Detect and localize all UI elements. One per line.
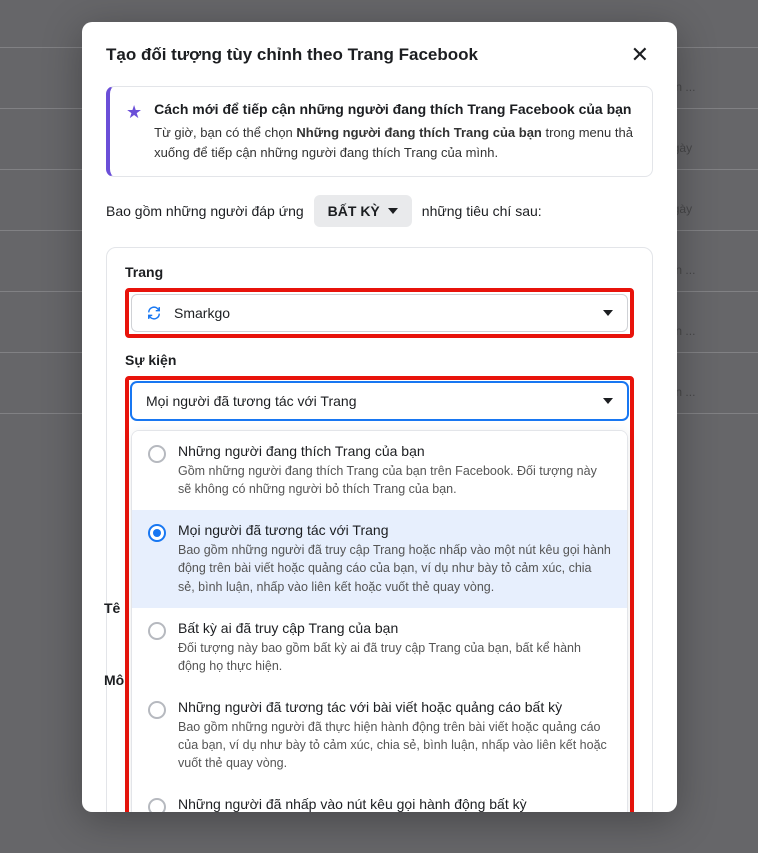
chevron-down-icon [603, 398, 613, 404]
star-icon: ★ [126, 102, 142, 162]
radio-icon [148, 701, 166, 719]
desc-field-label-obscured: Mô [104, 672, 124, 688]
close-icon: ✕ [631, 42, 649, 67]
modal-title: Tạo đối tượng tùy chỉnh theo Trang Faceb… [106, 45, 478, 65]
radio-icon [148, 798, 166, 812]
name-field-label-obscured: Tê [104, 600, 120, 616]
event-option[interactable]: Mọi người đã tương tác với Trang Bao gồm… [132, 510, 627, 607]
criteria-card: Trang Smarkgo Sự kiện Mọi người đã tương… [106, 247, 653, 812]
event-select[interactable]: Mọi người đã tương tác với Trang [131, 382, 628, 420]
radio-icon [148, 524, 166, 542]
event-option[interactable]: Những người đã tương tác với bài viết ho… [132, 687, 627, 784]
event-option[interactable]: Bất kỳ ai đã truy cập Trang của bạn Đối … [132, 608, 627, 687]
match-any-dropdown[interactable]: BẤT KỲ [314, 195, 412, 227]
criteria-text-pre: Bao gồm những người đáp ứng [106, 203, 304, 219]
page-field-label: Trang [125, 264, 634, 280]
radio-icon [148, 445, 166, 463]
create-audience-modal: Tạo đối tượng tùy chỉnh theo Trang Faceb… [82, 22, 677, 812]
event-dropdown[interactable]: Những người đang thích Trang của bạn Gồm… [131, 430, 628, 812]
refresh-icon [146, 305, 162, 321]
event-option[interactable]: Những người đã nhấp vào nút kêu gọi hành… [132, 784, 627, 812]
event-option[interactable]: Những người đang thích Trang của bạn Gồm… [132, 431, 627, 510]
event-value: Mọi người đã tương tác với Trang [146, 393, 357, 409]
page-name: Smarkgo [174, 305, 591, 321]
info-title: Cách mới để tiếp cận những người đang th… [154, 101, 636, 117]
highlight-box-page: Smarkgo [125, 288, 634, 338]
close-button[interactable]: ✕ [627, 40, 653, 70]
highlight-box-event: Mọi người đã tương tác với Trang Những n… [125, 376, 634, 812]
page-select[interactable]: Smarkgo [131, 294, 628, 332]
info-text: Từ giờ, bạn có thể chọn Những người đang… [154, 123, 636, 162]
criteria-row: Bao gồm những người đáp ứng BẤT KỲ những… [106, 195, 653, 227]
criteria-text-post: những tiêu chí sau: [422, 203, 542, 219]
info-banner: ★ Cách mới để tiếp cận những người đang … [106, 86, 653, 177]
event-field-label: Sự kiện [125, 352, 634, 368]
chevron-down-icon [388, 208, 398, 214]
chevron-down-icon [603, 310, 613, 316]
radio-icon [148, 622, 166, 640]
